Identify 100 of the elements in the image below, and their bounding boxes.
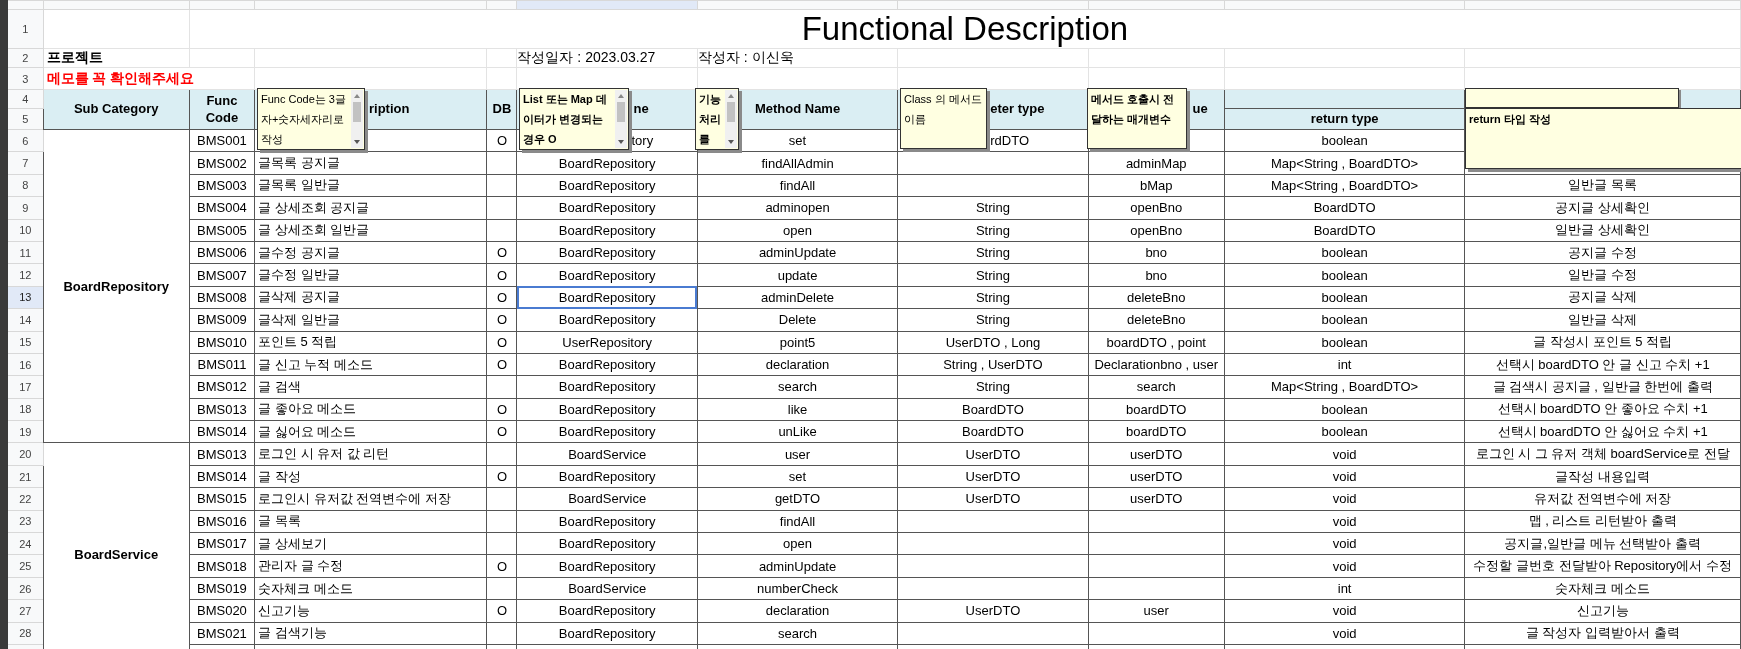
table-cell: O [486, 353, 517, 376]
table-cell: like [697, 398, 898, 421]
column-header[interactable] [486, 0, 517, 10]
table-cell: 글삭제 일반글 [254, 308, 487, 331]
table-cell: open [697, 219, 898, 242]
table-cell: BoardRepository [517, 353, 698, 376]
table-cell: set [697, 465, 898, 488]
column-header[interactable] [43, 0, 190, 10]
table-cell: 글 상세보기 [254, 532, 487, 555]
table-cell: 글 검색 [254, 375, 487, 399]
table-cell: BMS012 [189, 375, 255, 399]
table-cell: BoardService [517, 442, 698, 466]
column-header[interactable] [1464, 0, 1741, 10]
table-cell: BoardRepository [517, 420, 698, 443]
table-cell: BMS013 [189, 398, 255, 421]
table-cell: O [486, 241, 517, 264]
table-cell: 공지글 수정 [1464, 241, 1741, 264]
scrollbar[interactable] [351, 90, 363, 148]
table-cell: 선택시 boardDTO 안 좋아요 수치 +1 [1464, 398, 1741, 421]
table-cell: BMS016 [189, 510, 255, 533]
table-cell: BMS013 [189, 442, 255, 466]
table-cell: 글 작성시 포인트 5 적립 [1464, 331, 1741, 354]
column-header[interactable] [697, 0, 898, 10]
table-cell: BMS005 [189, 219, 255, 242]
scrollbar[interactable] [725, 90, 737, 148]
table-cell: O [486, 465, 517, 488]
table-cell: BMS010 [189, 331, 255, 354]
date-label: 작성일자 : 2023.03.27 [517, 48, 698, 68]
table-cell: O [486, 599, 517, 623]
table-cell [486, 577, 517, 600]
table-cell: declaration [697, 599, 898, 623]
table-cell: BMS017 [189, 532, 255, 555]
table-cell: UserDTO [897, 599, 1089, 623]
table-cell: 글 검색시 공지글 , 일반글 한번에 출력 [1464, 375, 1741, 399]
comment-note[interactable]: return 타입 작성 [1465, 108, 1741, 169]
column-header[interactable] [1088, 0, 1225, 10]
sheet-title: Functional Description [189, 9, 1741, 49]
table-cell: BoardRepository [517, 174, 698, 197]
table-cell: BMS014 [189, 420, 255, 443]
column-header[interactable] [897, 0, 1089, 10]
comment-note[interactable]: 메서드 호출시 전달하는 매개변수 [1087, 88, 1187, 149]
table-cell: BMS020 [189, 599, 255, 623]
column-header[interactable] [517, 0, 698, 10]
column-header[interactable] [1224, 0, 1465, 10]
project-label: 프로젝트 [43, 48, 190, 68]
table-cell: getDTO [697, 487, 898, 511]
comment-note[interactable]: List 또는 Map 데이터가 변경되는 경우 O [519, 88, 629, 150]
table-cell: BoardRepository [517, 375, 698, 399]
table-cell: 글수정 일반글 [254, 263, 487, 287]
table-cell: 일반글 삭제 [1464, 308, 1741, 331]
table-cell: UserDTO [897, 442, 1089, 466]
column-header[interactable] [189, 0, 255, 10]
table-cell: BMS004 [189, 196, 255, 220]
table-cell: user [1088, 599, 1225, 623]
table-cell: BMS011 [189, 353, 255, 376]
table-cell: adminUpdate [697, 554, 898, 578]
table-cell: 공지글 상세확인 [1464, 196, 1741, 220]
table-cell: 신고기능 [1464, 599, 1741, 623]
table-cell: BoardDTO [897, 398, 1089, 421]
comment-note[interactable] [1465, 88, 1679, 108]
table-cell: 글삭제 공지글 [254, 286, 487, 309]
table-cell: O [486, 420, 517, 443]
table-cell: BoardRepository [517, 599, 698, 623]
table-cell: BoardDTO [897, 420, 1089, 443]
scrollbar[interactable] [615, 90, 627, 148]
table-cell: boolean [1224, 129, 1465, 152]
table-cell: UserDTO [897, 465, 1089, 488]
table-cell: deleteBno [1088, 286, 1225, 309]
header-cell: Func Code [189, 89, 255, 130]
table-cell: Delete [697, 308, 898, 331]
table-cell: BoardRepository [517, 241, 698, 264]
table-cell: 맵 , 리스트 리턴받아 출력 [1464, 510, 1741, 533]
table-cell [486, 442, 517, 466]
table-cell: BMS015 [189, 487, 255, 511]
comment-note[interactable]: 기능처리를 [695, 88, 739, 150]
table-cell: 일반글 상세확인 [1464, 219, 1741, 242]
table-cell: adminopen [697, 196, 898, 220]
table-cell: 글 작성자 입력받아서 출력 [1464, 622, 1741, 645]
table-cell: BoardRepository [517, 308, 698, 331]
table-cell: void [1224, 510, 1465, 533]
comment-note[interactable]: Func Code는 3글자+숫자세자리로 작성 [257, 88, 365, 150]
table-cell: BoardRepository [517, 286, 698, 309]
table-cell: int [1224, 577, 1465, 600]
table-cell: update [697, 263, 898, 287]
table-cell: BoardRepository [517, 532, 698, 555]
table-cell: open [697, 532, 898, 555]
table-cell: boardDTO , point [1088, 331, 1225, 354]
table-cell: adminDelete [697, 286, 898, 309]
table-cell: void [1224, 622, 1465, 645]
table-cell: findAll [697, 510, 898, 533]
table-cell: BoardRepository [517, 465, 698, 488]
header-cell: Sub Category [43, 89, 190, 130]
table-cell: 수정할 글번호 전달받아 Repository에서 수정 [1464, 554, 1741, 578]
column-header[interactable] [254, 0, 487, 10]
table-cell: point5 [697, 331, 898, 354]
table-cell: String [897, 219, 1089, 242]
comment-note[interactable]: Class 의 메서드 이름 [900, 88, 987, 149]
table-cell: bno [1088, 241, 1225, 264]
table-cell [486, 375, 517, 399]
table-cell: void [1224, 442, 1465, 466]
